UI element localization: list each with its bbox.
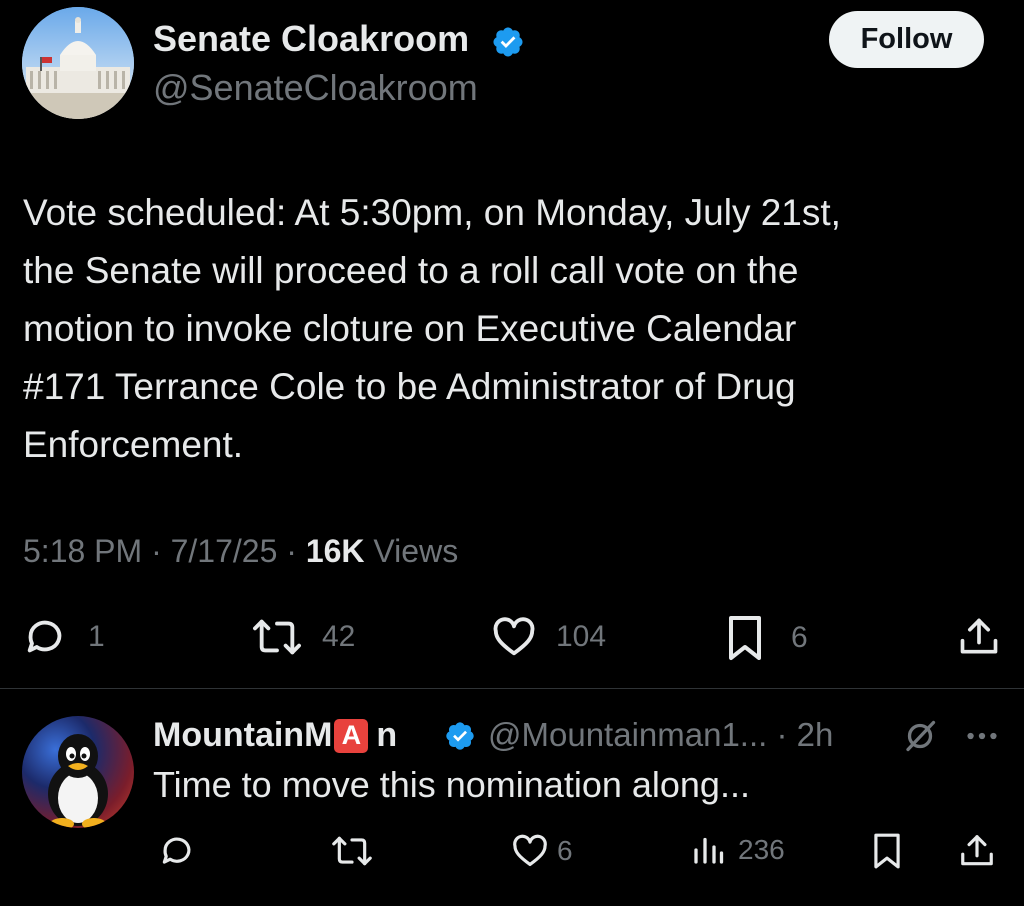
reply-author-avatar[interactable] [22,716,134,828]
verified-badge-icon [446,722,474,750]
bookmark-icon [874,833,900,869]
heart-icon [513,834,547,867]
reply-icon [162,837,191,864]
author-avatar[interactable] [22,7,134,119]
reply-time[interactable]: · 2h [776,716,833,753]
reply-reply-button[interactable] [158,832,196,870]
views-label: Views [373,533,459,569]
views-analytics-icon [694,837,724,864]
share-button[interactable] [957,614,1001,660]
reply-author-handle[interactable]: @Mountainman1... · 2h [488,716,833,754]
tweet-meta: 5:18 PM · 7/17/25 · 16K Views [23,533,458,570]
penguin-icon [48,734,108,828]
reply-repost-button[interactable] [331,832,373,870]
reply-author-name-prefix: MountainM [153,716,333,754]
reply-like-count: 6 [557,835,573,866]
verified-badge-icon [493,27,523,57]
tweet-date[interactable]: 7/17/25 [171,533,278,569]
reply-author-name-suffix: n [376,716,398,754]
like-count: 104 [556,620,607,653]
author-name[interactable]: Senate Cloakroom [153,18,469,60]
reply-author-name[interactable]: MountainM A n [153,716,397,755]
repost-icon [253,619,301,655]
reply-button[interactable]: 1 [22,614,105,660]
share-icon [960,618,998,654]
tweet-text: Vote scheduled: At 5:30pm, on Monday, Ju… [23,192,841,465]
repost-icon [332,836,372,866]
grok-icon[interactable] [902,718,938,754]
capitol-building-icon [22,7,134,119]
name-a-badge: A [334,718,369,753]
bookmark-count: 6 [791,621,808,654]
repost-count: 42 [322,620,356,653]
follow-button[interactable]: Follow [829,11,984,68]
reply-views-button[interactable]: 236 [690,832,785,868]
reply-like-button[interactable]: 6 [511,832,573,870]
reply-count: 1 [88,620,105,653]
reply-text: Time to move this nomination along... [153,764,750,805]
repost-button[interactable]: 42 [252,614,355,660]
share-icon [961,835,993,866]
reply-views-count: 236 [738,834,785,865]
like-button[interactable]: 104 [490,614,606,660]
more-options-icon[interactable] [962,718,1002,754]
tweet-time[interactable]: 5:18 PM [23,533,142,569]
views-count: 16K [305,533,365,569]
author-handle[interactable]: @SenateCloakroom [153,67,478,109]
heart-icon [493,617,535,656]
bookmark-button[interactable]: 6 [725,614,808,662]
divider [0,688,1024,689]
bookmark-icon [729,616,761,660]
reply-share-button[interactable] [958,832,996,870]
reply-handle-text: @Mountainman1... [488,716,768,753]
meta-separator: · [151,533,162,569]
reply-icon [27,620,62,653]
reply-bookmark-button[interactable] [870,832,904,870]
meta-separator: · [286,533,297,569]
